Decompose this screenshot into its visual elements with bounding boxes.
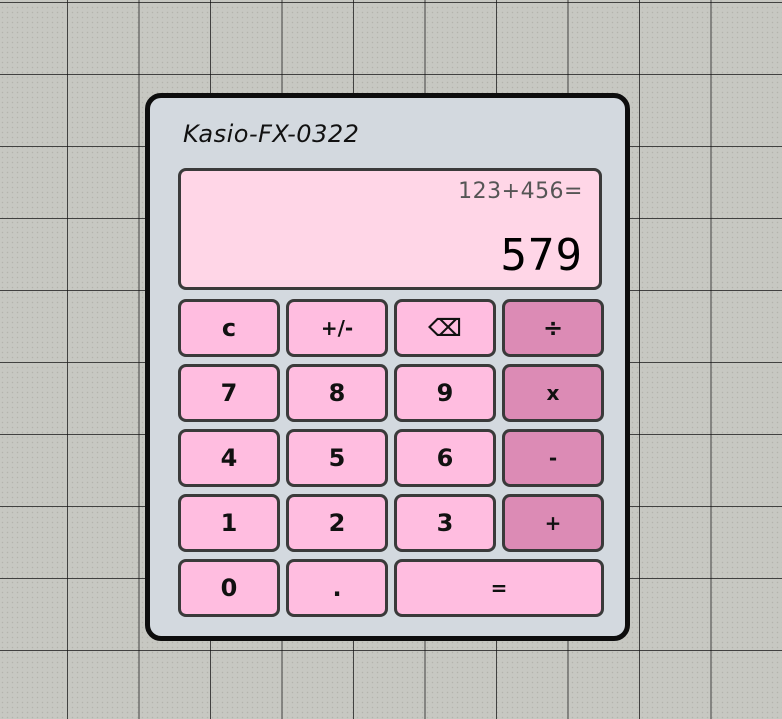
add-button[interactable]: + <box>502 494 604 552</box>
multiply-button[interactable]: x <box>502 364 604 422</box>
backspace-button[interactable]: ⌫ <box>394 299 496 357</box>
subtract-button[interactable]: - <box>502 429 604 487</box>
digit-9-button[interactable]: 9 <box>394 364 496 422</box>
digit-8-button[interactable]: 8 <box>286 364 388 422</box>
calculator: Kasio-FX-0322 123+456= 579 c +/- ⌫ ÷ 7 8… <box>145 93 630 641</box>
calculator-display: 123+456= 579 <box>178 168 602 290</box>
digit-3-button[interactable]: 3 <box>394 494 496 552</box>
digit-5-button[interactable]: 5 <box>286 429 388 487</box>
calculator-brand: Kasio-FX-0322 <box>183 120 360 148</box>
digit-7-button[interactable]: 7 <box>178 364 280 422</box>
digit-1-button[interactable]: 1 <box>178 494 280 552</box>
negate-button[interactable]: +/- <box>286 299 388 357</box>
display-expression: 123+456= <box>458 179 583 204</box>
digit-4-button[interactable]: 4 <box>178 429 280 487</box>
divide-button[interactable]: ÷ <box>502 299 604 357</box>
display-result: 579 <box>500 230 583 281</box>
digit-6-button[interactable]: 6 <box>394 429 496 487</box>
clear-button[interactable]: c <box>178 299 280 357</box>
decimal-button[interactable]: . <box>286 559 388 617</box>
equals-button[interactable]: = <box>394 559 604 617</box>
digit-0-button[interactable]: 0 <box>178 559 280 617</box>
keypad: c +/- ⌫ ÷ 7 8 9 x 4 5 6 - 1 2 3 + 0 . = <box>178 299 604 619</box>
digit-2-button[interactable]: 2 <box>286 494 388 552</box>
